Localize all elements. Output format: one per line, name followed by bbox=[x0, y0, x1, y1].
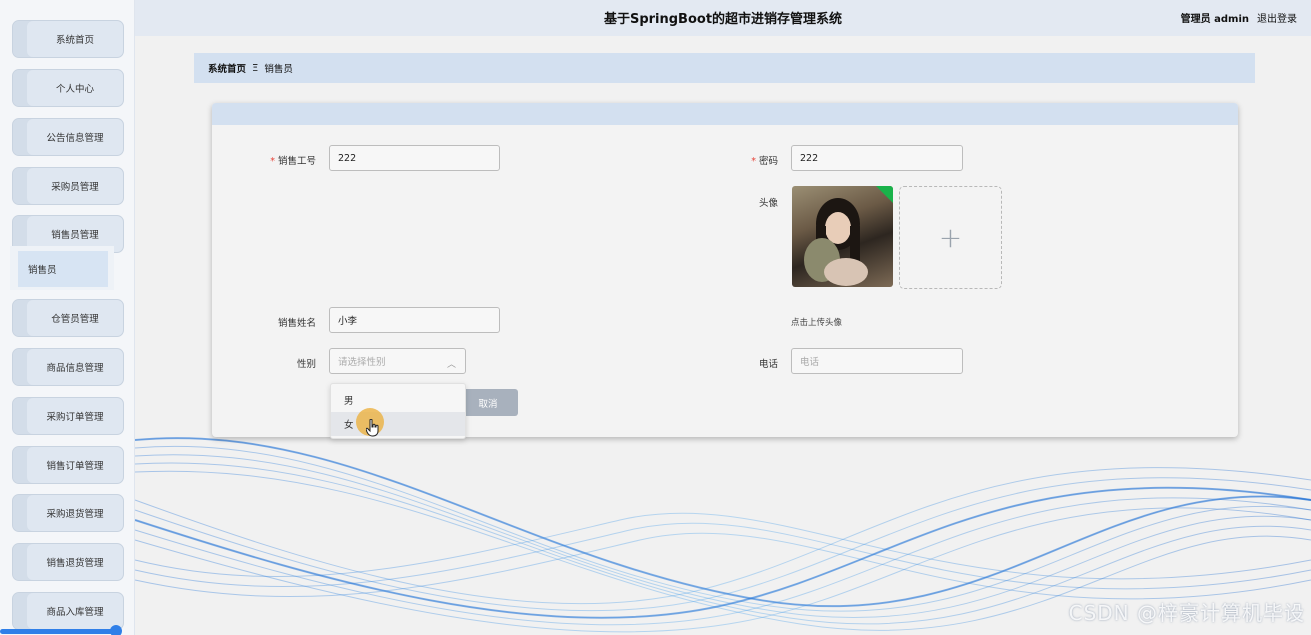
sidebar-item-sales-order[interactable]: 销售订单管理 bbox=[12, 446, 124, 484]
watermark: CSDN @梓豪计算机毕设 bbox=[1068, 601, 1305, 625]
sidebar-item-purchaser[interactable]: 采购员管理 bbox=[12, 167, 124, 205]
sidebar-item-stock-in[interactable]: 商品入库管理 bbox=[12, 592, 124, 630]
gender-label: 性别 bbox=[296, 359, 316, 370]
current-user: 管理员 admin bbox=[1180, 14, 1249, 25]
name-input[interactable]: 小李 bbox=[329, 307, 500, 333]
avatar-upload-button[interactable]: + bbox=[899, 186, 1002, 289]
sidebar-item-label: 商品入库管理 bbox=[46, 607, 104, 618]
sidebar-item-label: 销售退货管理 bbox=[46, 558, 104, 569]
sidebar-item-label: 系统首页 bbox=[55, 35, 94, 46]
breadcrumb-current: 销售员 bbox=[264, 64, 293, 75]
avatar-label: 头像 bbox=[758, 198, 778, 209]
hand-pointer-icon bbox=[366, 419, 379, 437]
sidebar-item-purchase-return[interactable]: 采购退货管理 bbox=[12, 494, 124, 532]
name-label: 销售姓名 bbox=[277, 318, 316, 329]
avatar-image[interactable] bbox=[792, 186, 893, 287]
sidebar-item-product-info[interactable]: 商品信息管理 bbox=[12, 348, 124, 386]
sidebar-item-label: 销售订单管理 bbox=[46, 461, 104, 472]
breadcrumb-home[interactable]: 系统首页 bbox=[208, 61, 246, 75]
sidebar-item-label: 商品信息管理 bbox=[46, 363, 104, 374]
top-header: 基于SpringBoot的超市进销存管理系统 管理员 admin 退出登录 bbox=[135, 0, 1311, 36]
required-mark: * bbox=[270, 156, 275, 167]
breadcrumb-separator-icon: Ξ bbox=[252, 62, 259, 74]
cancel-button[interactable]: 取消 bbox=[458, 389, 518, 416]
sidebar-item-home[interactable]: 系统首页 bbox=[12, 20, 124, 58]
phone-input[interactable]: 电话 bbox=[791, 348, 963, 374]
plus-icon: + bbox=[938, 221, 963, 254]
required-mark: * bbox=[751, 156, 756, 167]
sidebar-item-profile[interactable]: 个人中心 bbox=[12, 69, 124, 107]
dropdown-option-female[interactable]: 女 bbox=[331, 412, 465, 436]
password-input[interactable]: 222 bbox=[791, 145, 963, 171]
gender-dropdown: 男 女 bbox=[330, 383, 466, 439]
sidebar-item-notice[interactable]: 公告信息管理 bbox=[12, 118, 124, 156]
sidebar-item-label: 采购退货管理 bbox=[46, 509, 104, 520]
sidebar-item-label: 个人中心 bbox=[55, 84, 94, 95]
job-no-label: * 销售工号 bbox=[270, 156, 316, 167]
sidebar-item-label: 仓管员管理 bbox=[51, 314, 99, 325]
password-label: * 密码 bbox=[751, 156, 778, 167]
sidebar-subitem-salesperson[interactable]: 销售员 bbox=[18, 251, 108, 287]
upload-hint: 点击上传头像 bbox=[791, 318, 843, 328]
gender-placeholder: 请选择性别 bbox=[338, 357, 386, 368]
sidebar-item-label: 公告信息管理 bbox=[46, 133, 104, 144]
gender-select[interactable]: 请选择性别 ︿ bbox=[329, 348, 466, 374]
sidebar-item-sales-return[interactable]: 销售退货管理 bbox=[12, 543, 124, 581]
sidebar-item-label: 采购订单管理 bbox=[46, 412, 104, 423]
card-header bbox=[212, 103, 1238, 125]
sidebar-scrollbar[interactable] bbox=[0, 629, 118, 634]
logout-link[interactable]: 退出登录 bbox=[1257, 10, 1297, 25]
avatar-photo-icon bbox=[804, 186, 893, 286]
job-no-input[interactable]: 222 bbox=[329, 145, 500, 171]
sidebar-item-label: 采购员管理 bbox=[51, 182, 99, 193]
dropdown-option-male[interactable]: 男 bbox=[331, 388, 465, 412]
sidebar-scroll-handle[interactable] bbox=[110, 625, 122, 635]
sidebar-item-purchase-order[interactable]: 采购订单管理 bbox=[12, 397, 124, 435]
page-title: 基于SpringBoot的超市进销存管理系统 bbox=[603, 12, 843, 27]
breadcrumb: 系统首页 Ξ 销售员 bbox=[194, 53, 1255, 83]
chevron-up-icon: ︿ bbox=[446, 360, 456, 370]
sidebar-item-warehouse-keeper[interactable]: 仓管员管理 bbox=[12, 299, 124, 337]
sidebar: 系统首页 个人中心 公告信息管理 采购员管理 销售员管理 销售员 仓管员管理 商… bbox=[0, 0, 135, 635]
phone-label: 电话 bbox=[758, 359, 778, 370]
